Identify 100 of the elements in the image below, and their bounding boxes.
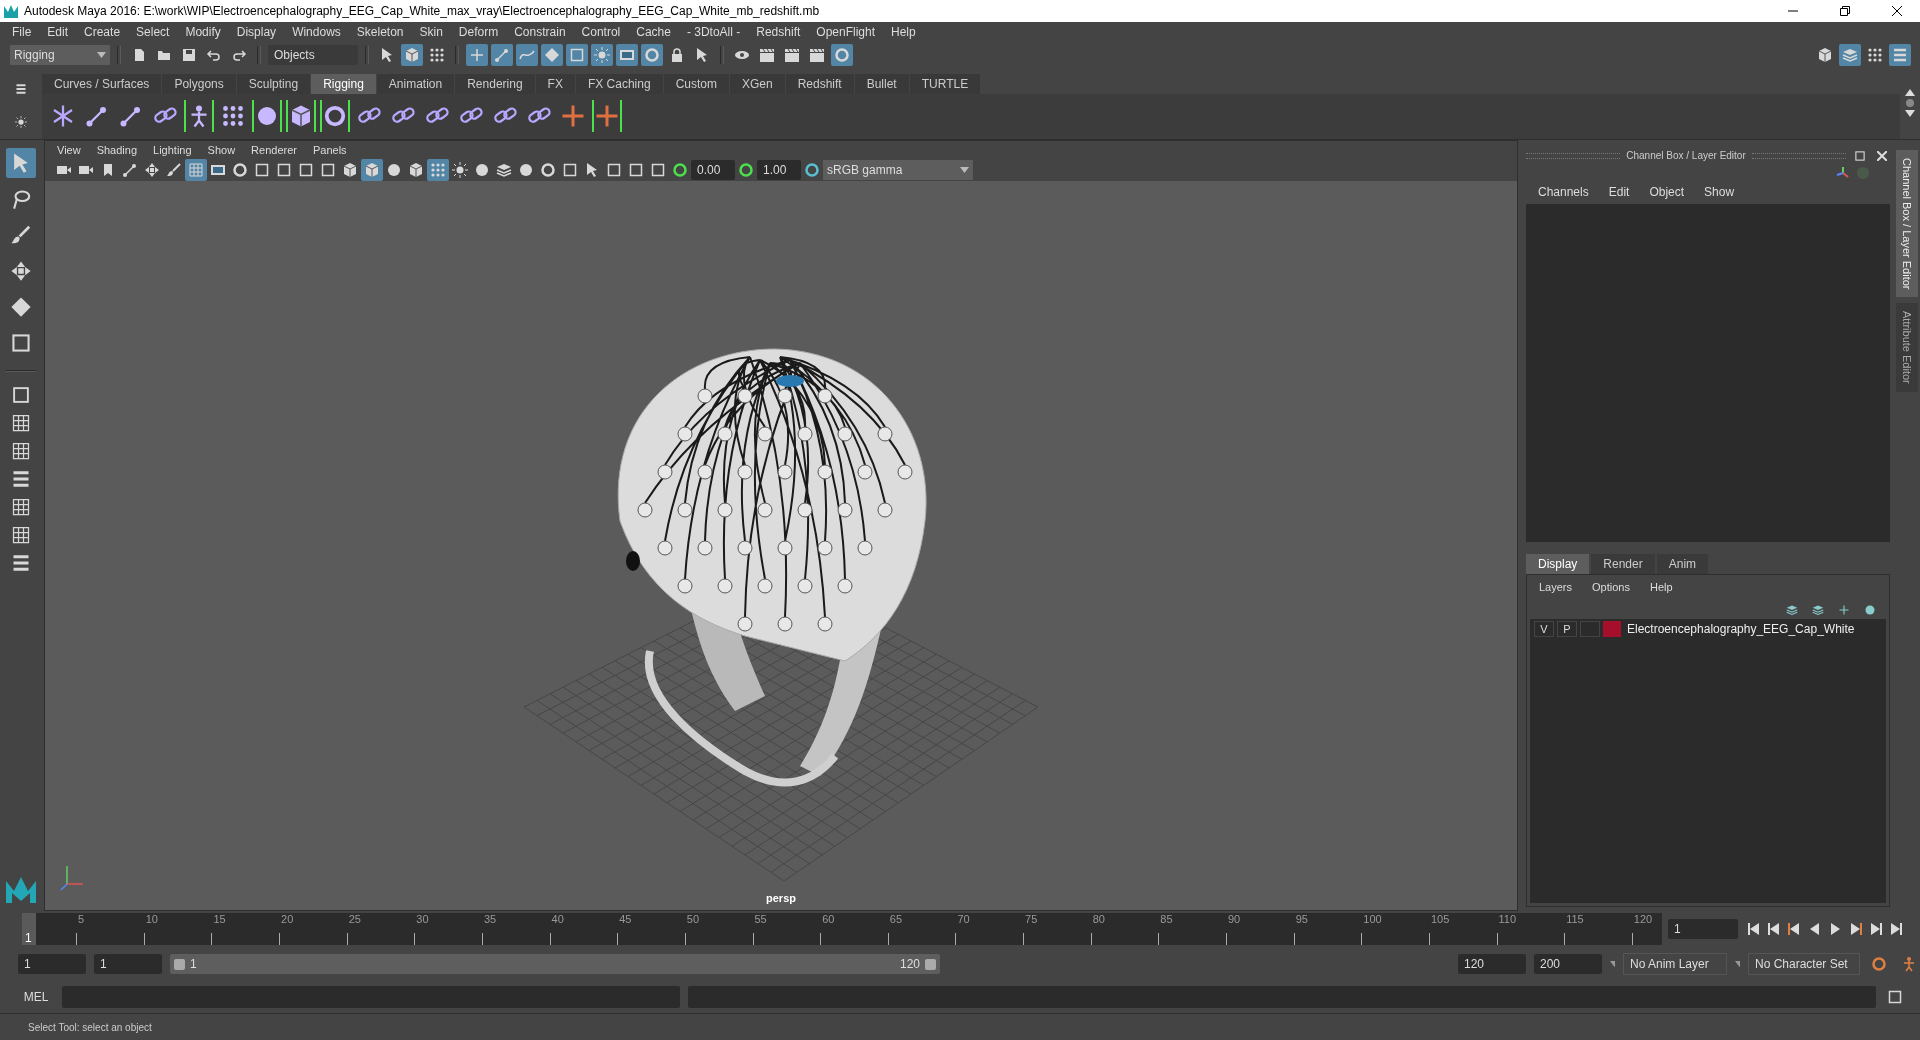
- selection-mode-field[interactable]: Objects: [268, 44, 358, 65]
- viewport-menu-item[interactable]: Panels: [304, 143, 355, 156]
- shelf-tab[interactable]: Bullet: [854, 73, 909, 94]
- time-slider[interactable]: 1 5 10 15 20 25 30 35 40 45 50 55 60 65 70 75 80 85 90 95 100 105 110 115 120: [22, 913, 1662, 946]
- sun-button[interactable]: [591, 43, 613, 66]
- menu-item[interactable]: Help: [883, 25, 924, 39]
- channel-menu-item[interactable]: Object: [1641, 184, 1693, 199]
- exposure-field[interactable]: 0.00: [691, 159, 735, 180]
- end-time-field[interactable]: 200: [1534, 954, 1602, 975]
- layer-menu-item[interactable]: Layers: [1531, 580, 1581, 593]
- shelf-tab[interactable]: Redshift: [785, 73, 854, 94]
- menu-item[interactable]: Edit: [39, 25, 77, 39]
- shelf-tab[interactable]: FX: [535, 73, 575, 94]
- layer-color-swatch[interactable]: [1603, 620, 1621, 637]
- shelf-tab[interactable]: TURTLE: [909, 73, 981, 94]
- character-set-dropdown[interactable]: No Character Set: [1748, 953, 1860, 976]
- menu-item[interactable]: OpenFlight: [808, 25, 883, 39]
- viewport-menu-item[interactable]: Renderer: [243, 143, 305, 156]
- menu-item[interactable]: Control: [573, 25, 629, 39]
- frame-number: 120: [1632, 913, 1654, 926]
- color-space-dropdown[interactable]: sRGB gamma: [823, 159, 973, 180]
- cube-button[interactable]: [361, 158, 383, 181]
- dots-icon: [221, 104, 245, 129]
- current-frame-marker[interactable]: 1: [22, 913, 36, 946]
- frame-number: 75: [1024, 913, 1039, 926]
- shelf-tab[interactable]: Animation: [376, 73, 455, 94]
- dots-button[interactable]: [427, 158, 449, 181]
- curve-button[interactable]: [516, 43, 538, 66]
- command-language-label[interactable]: MEL: [18, 990, 54, 1005]
- range-end-handle[interactable]: [925, 958, 936, 970]
- stack-button[interactable]: [1889, 43, 1911, 66]
- layer-editor-tab[interactable]: Display: [1526, 553, 1590, 574]
- menu-item[interactable]: Select: [128, 25, 178, 39]
- menu-item[interactable]: Skeleton: [348, 25, 412, 39]
- layer-menu-item[interactable]: Help: [1641, 580, 1681, 593]
- menu-item[interactable]: - 3DtoAll -: [678, 25, 749, 39]
- menu-item[interactable]: Redshift: [748, 25, 809, 39]
- range-start-handle[interactable]: [174, 958, 185, 970]
- cube-button[interactable]: [401, 43, 423, 66]
- layer-menu-item[interactable]: Options: [1584, 580, 1638, 593]
- viewport-menu-item[interactable]: Shading: [88, 143, 146, 156]
- channel-menu-item[interactable]: Show: [1696, 184, 1743, 199]
- shelf-tab[interactable]: Sculpting: [236, 73, 311, 94]
- range-slider[interactable]: 1 120: [170, 954, 940, 975]
- film-button[interactable]: [616, 43, 638, 66]
- cube-icon: [289, 104, 313, 129]
- ring-button[interactable]: [641, 43, 663, 66]
- menu-item[interactable]: Cache: [628, 25, 679, 39]
- reference-toggle[interactable]: [1580, 620, 1600, 637]
- menu-item[interactable]: Constrain: [506, 25, 574, 39]
- anim-layer-dropdown[interactable]: No Anim Layer: [1623, 953, 1727, 976]
- menu-item[interactable]: Display: [228, 25, 285, 39]
- square-frame-button[interactable]: [566, 43, 588, 66]
- cube-button[interactable]: [286, 100, 316, 133]
- viewport-menu-item[interactable]: View: [49, 143, 89, 156]
- shelf-tab[interactable]: Rigging: [311, 73, 376, 94]
- brush-icon: [166, 161, 182, 178]
- shelf-tab[interactable]: XGen: [729, 73, 785, 94]
- command-input-field[interactable]: [62, 986, 680, 1009]
- sphere-button[interactable]: [252, 100, 282, 133]
- channel-menu-item[interactable]: Channels: [1530, 184, 1597, 199]
- cursor-tool-button[interactable]: [6, 147, 36, 178]
- shelf-tab[interactable]: Curves / Surfaces: [42, 73, 162, 94]
- side-tab[interactable]: Channel Box / Layer Editor: [1896, 149, 1918, 298]
- current-frame-field[interactable]: 1: [1668, 919, 1738, 940]
- plus-button[interactable]: [466, 43, 488, 66]
- menu-item[interactable]: File: [4, 25, 40, 39]
- mode-dropdown[interactable]: Rigging: [10, 44, 110, 65]
- viewport-menu-item[interactable]: Lighting: [145, 143, 200, 156]
- visibility-toggle[interactable]: V: [1534, 620, 1554, 637]
- viewport-menu-item[interactable]: Show: [199, 143, 244, 156]
- shelf-tab[interactable]: Rendering: [455, 73, 535, 94]
- side-tab[interactable]: Attribute Editor: [1896, 303, 1918, 393]
- menu-item[interactable]: Create: [76, 25, 129, 39]
- shelf-tab[interactable]: Custom: [663, 73, 729, 94]
- menu-item[interactable]: Windows: [284, 25, 349, 39]
- start-time-field[interactable]: 1: [18, 954, 86, 975]
- cross-button[interactable]: [592, 100, 622, 133]
- diamond-button[interactable]: [541, 43, 563, 66]
- shelf-tab[interactable]: FX Caching: [575, 73, 663, 94]
- shelf-tab[interactable]: Polygons: [162, 73, 236, 94]
- playback-end-field[interactable]: 120: [1458, 954, 1526, 975]
- playback-toggle[interactable]: P: [1557, 620, 1577, 637]
- playback-start-field[interactable]: 1: [94, 954, 162, 975]
- layer-row[interactable]: V P Electroencephalography_EEG_Cap_White: [1530, 618, 1886, 639]
- gamma-field[interactable]: 1.00: [757, 159, 801, 180]
- ring-button[interactable]: [831, 43, 853, 66]
- layer-editor-tab[interactable]: Anim: [1656, 553, 1709, 574]
- ring-button[interactable]: [320, 100, 350, 133]
- square-frame-icon: [1887, 989, 1903, 1006]
- layers-button[interactable]: [1839, 43, 1861, 66]
- grid-button[interactable]: [185, 158, 207, 181]
- frame-number: 25: [347, 913, 362, 926]
- menu-item[interactable]: Modify: [177, 25, 229, 39]
- bone-button[interactable]: [491, 43, 513, 66]
- layer-editor-tab[interactable]: Render: [1591, 553, 1655, 574]
- figure-button[interactable]: [184, 100, 214, 133]
- menu-item[interactable]: Skin: [411, 25, 451, 39]
- channel-menu-item[interactable]: Edit: [1600, 184, 1638, 199]
- menu-item[interactable]: Deform: [450, 25, 507, 39]
